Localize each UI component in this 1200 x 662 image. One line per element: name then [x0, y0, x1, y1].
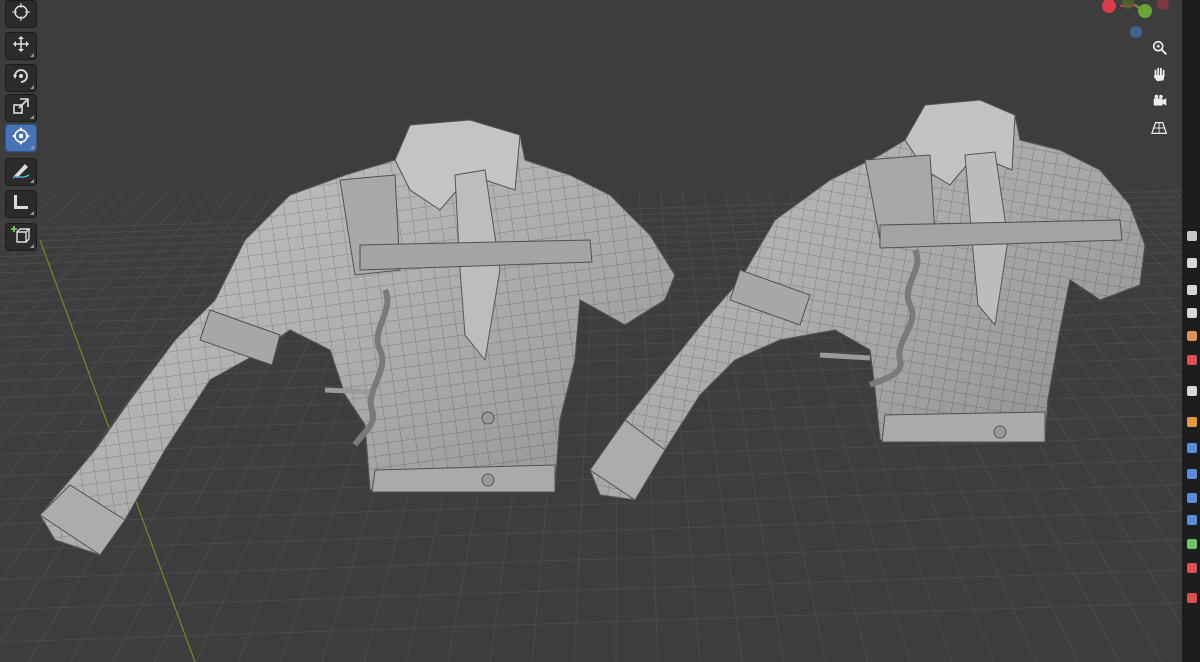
- pan-hand-icon: [1151, 66, 1169, 88]
- zoom-button[interactable]: [1148, 38, 1172, 62]
- cursor-icon: [11, 2, 31, 26]
- scale-tool-button[interactable]: [5, 94, 37, 122]
- pan-hand-button[interactable]: [1148, 65, 1172, 89]
- physics-icon[interactable]: [1184, 490, 1200, 506]
- transform-tool-button[interactable]: [5, 124, 37, 152]
- gizmo-neg-y-axis[interactable]: [1122, 0, 1134, 9]
- rotate-icon: [11, 66, 31, 90]
- view-layer-icon[interactable]: [1184, 305, 1200, 321]
- zoom-icon: [1151, 39, 1169, 61]
- transform-icon: [11, 126, 31, 150]
- gizmo-neg-z-axis[interactable]: [1130, 26, 1142, 38]
- data-icon[interactable]: [1184, 536, 1200, 552]
- move-icon: [11, 34, 31, 58]
- perspective-grid-icon: [1151, 119, 1169, 141]
- measure-icon: [11, 192, 31, 216]
- tool-options-corner: [30, 244, 34, 248]
- gizmo-neg-x-axis[interactable]: [1157, 0, 1169, 10]
- camera-icon: [1151, 92, 1169, 114]
- camera-button[interactable]: [1148, 91, 1172, 115]
- tool-options-corner: [30, 145, 34, 149]
- tool-options-corner: [30, 211, 34, 215]
- add-cube-tool-button[interactable]: [5, 223, 37, 251]
- particles-icon[interactable]: [1184, 466, 1200, 482]
- gizmo-y-axis[interactable]: [1138, 4, 1152, 18]
- jacket-mesh-right[interactable]: [589, 99, 1146, 501]
- constraints-icon[interactable]: [1184, 512, 1200, 528]
- tool-options-corner: [30, 115, 34, 119]
- render-icon[interactable]: [1184, 255, 1200, 271]
- scale-icon: [11, 96, 31, 120]
- perspective-grid-button[interactable]: [1148, 118, 1172, 142]
- object-icon[interactable]: [1184, 414, 1200, 430]
- tool-icon[interactable]: [1184, 228, 1200, 244]
- tool-options-corner: [30, 53, 34, 57]
- 3d-viewport[interactable]: [0, 0, 1200, 662]
- world-icon[interactable]: [1184, 352, 1200, 368]
- cursor-tool-button[interactable]: [5, 0, 37, 28]
- rotate-tool-button[interactable]: [5, 64, 37, 92]
- output-icon[interactable]: [1184, 282, 1200, 298]
- tool-options-corner: [30, 179, 34, 183]
- viewport-scene[interactable]: [0, 0, 1200, 662]
- move-tool-button[interactable]: [5, 32, 37, 60]
- annotate-tool-button[interactable]: [5, 158, 37, 186]
- material-icon[interactable]: [1184, 560, 1200, 576]
- texture-icon[interactable]: [1184, 590, 1200, 606]
- navigation-gizmo[interactable]: [1095, 0, 1180, 40]
- modifier-icon[interactable]: [1184, 440, 1200, 456]
- jacket-mesh-left[interactable]: [39, 119, 676, 556]
- gizmo-x-axis[interactable]: [1102, 0, 1116, 13]
- measure-tool-button[interactable]: [5, 190, 37, 218]
- collection-icon[interactable]: [1184, 383, 1200, 399]
- annotate-icon: [11, 160, 31, 184]
- scene-icon[interactable]: [1184, 328, 1200, 344]
- tool-options-corner: [30, 85, 34, 89]
- add-cube-icon: [11, 225, 31, 249]
